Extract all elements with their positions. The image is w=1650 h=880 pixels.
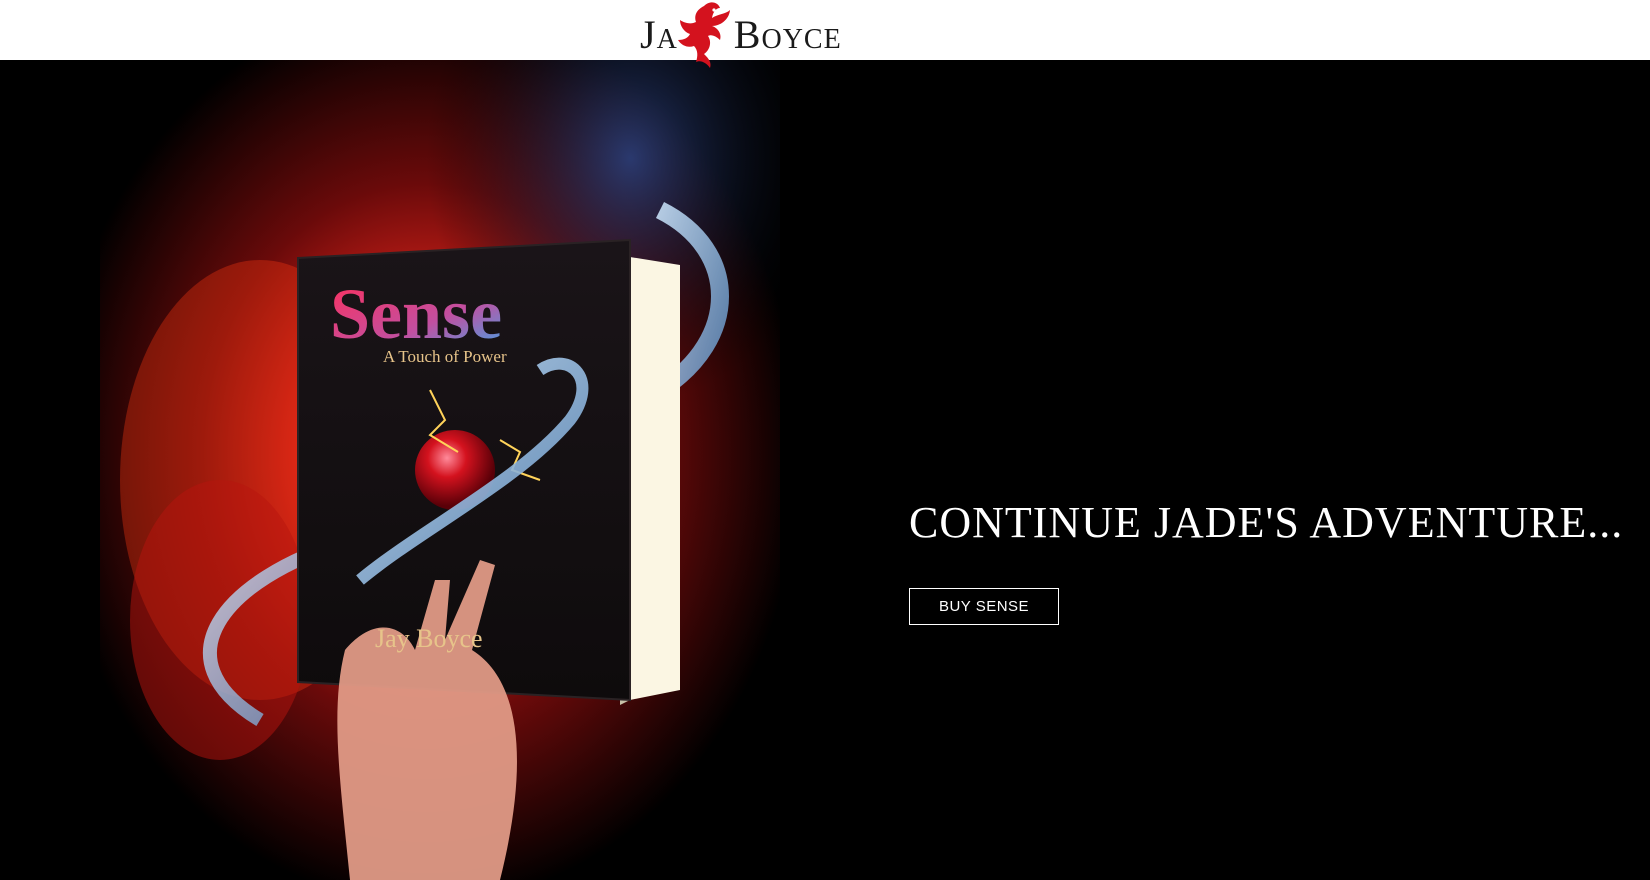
- logo-text-first: Ja: [640, 12, 678, 57]
- site-logo-link[interactable]: Ja Boyce: [640, 0, 880, 70]
- hero-section: Sense A Touch of Power Jay Boyce CONTINU…: [0, 60, 1650, 880]
- hero-headline: CONTINUE JADE'S ADVENTURE...: [909, 498, 1624, 547]
- phoenix-icon: [677, 2, 730, 69]
- book-cover-artwork: Sense A Touch of Power Jay Boyce: [100, 60, 780, 880]
- cover-subtitle: A Touch of Power: [383, 347, 507, 366]
- logo-text-second: Boyce: [733, 12, 842, 57]
- cover-title: Sense: [330, 274, 502, 354]
- site-header: Ja Boyce: [0, 0, 1650, 69]
- cover-author: Jay Boyce: [375, 624, 483, 653]
- buy-sense-button[interactable]: BUY SENSE: [909, 588, 1059, 625]
